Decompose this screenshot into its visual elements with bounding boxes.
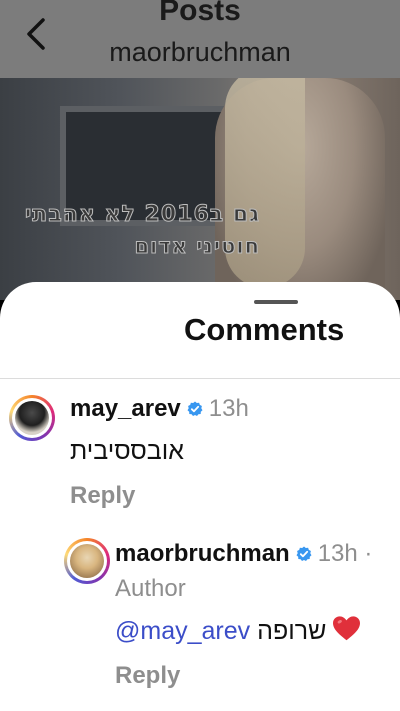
author-label: Author (115, 575, 186, 602)
mention-link[interactable]: @may_arev (115, 617, 250, 646)
dimmed-header: Posts maorbruchman גם ב2016 לא אהבתי חוט… (0, 0, 400, 300)
verified-badge-icon (296, 546, 312, 562)
reply-username[interactable]: maorbruchman (115, 540, 290, 568)
reply-button[interactable]: Reply (70, 482, 135, 510)
post-caption-line-1: גם ב2016 לא אהבתי (24, 202, 260, 228)
comment-time: 13h (208, 395, 249, 422)
comment-header: may_arev 13h (70, 395, 249, 423)
sheet-grabber[interactable] (254, 300, 298, 304)
post-caption-line-2: חוטיני אדום (134, 234, 260, 259)
profile-username: maorbruchman (109, 37, 291, 67)
reply-header: maorbruchman 13h · (115, 540, 372, 568)
comment-username[interactable]: may_arev (70, 395, 181, 423)
heart-icon (332, 615, 361, 647)
avatar[interactable] (9, 395, 55, 441)
reply-time: 13h · (317, 540, 373, 567)
divider (0, 378, 400, 379)
comments-title: Comments (184, 312, 345, 347)
post-image[interactable]: גם ב2016 לא אהבתי חוטיני אדום (0, 78, 400, 300)
avatar[interactable] (64, 538, 110, 584)
page-title: Posts (159, 0, 241, 27)
comments-sheet: Comments may_arev 13h אובססיבית Reply ma… (0, 282, 400, 711)
reply-text: @may_arev שרופה (115, 615, 361, 647)
reply-text-body: שרופה (257, 616, 327, 645)
comment-text: אובססיבית (70, 437, 184, 465)
reply-button[interactable]: Reply (115, 662, 180, 690)
verified-badge-icon (187, 401, 203, 417)
